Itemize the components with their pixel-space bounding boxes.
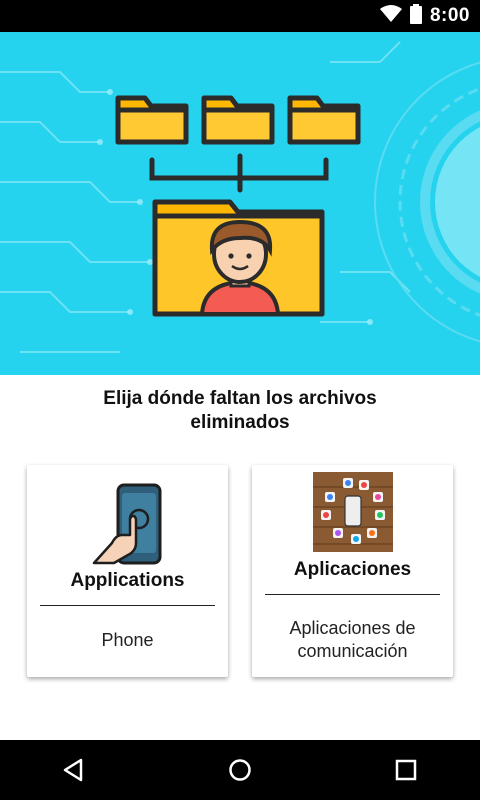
status-time: 8:00 xyxy=(429,5,470,26)
card-subtitle-line-2: comunicación xyxy=(297,641,408,661)
card-subtitle: Phone xyxy=(101,630,154,650)
phone-touch-icon xyxy=(92,483,164,570)
card-subtitle: Aplicaciones de comunicación xyxy=(252,617,453,663)
card-divider xyxy=(265,594,440,595)
recents-icon[interactable] xyxy=(392,756,420,784)
header-banner xyxy=(0,32,480,375)
navigation-bar xyxy=(0,740,480,800)
applications-phone-card[interactable]: Applications Phone xyxy=(27,465,228,677)
card-divider xyxy=(40,605,215,606)
folders-illustration xyxy=(0,41,480,353)
prompt-line-2: eliminados xyxy=(190,412,290,433)
communication-apps-card[interactable]: Aplicaciones Aplicaciones de comunicació… xyxy=(252,465,453,677)
battery-icon xyxy=(409,3,422,29)
back-icon[interactable] xyxy=(60,756,88,784)
card-title: Aplicaciones xyxy=(293,559,412,580)
choose-location-prompt: Elija dónde faltan los archivos eliminad… xyxy=(60,387,420,435)
prompt-line-1: Elija dónde faltan los archivos xyxy=(103,388,377,409)
status-icons: 8:00 xyxy=(379,0,470,32)
status-bar: 8:00 xyxy=(0,0,480,32)
wifi-icon xyxy=(379,4,402,28)
social-apps-photo-icon xyxy=(312,472,393,557)
home-icon[interactable] xyxy=(226,756,254,784)
card-subtitle-line-1: Aplicaciones de xyxy=(289,618,416,638)
card-title: Applications xyxy=(70,570,185,591)
